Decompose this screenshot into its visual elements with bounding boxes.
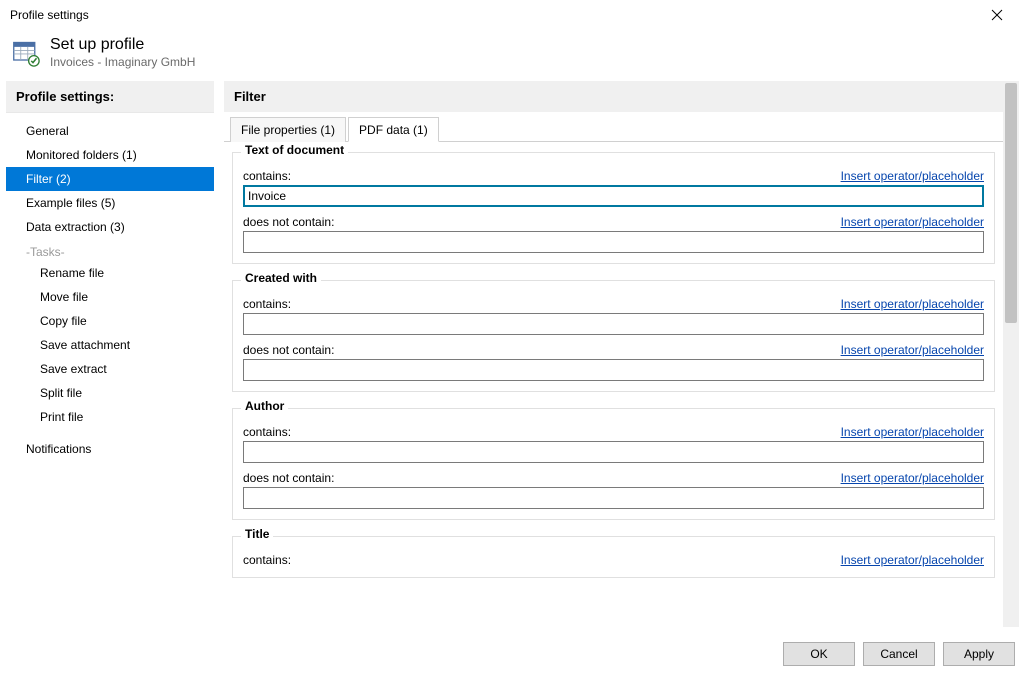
header: Set up profile Invoices - Imaginary GmbH	[0, 30, 1025, 81]
nav-list: General Monitored folders (1) Filter (2)…	[6, 113, 214, 467]
titlebar: Profile settings	[0, 0, 1025, 30]
group-title: Author	[241, 399, 288, 413]
task-move-file[interactable]: Move file	[6, 285, 214, 309]
footer: OK Cancel Apply	[0, 633, 1025, 674]
text-of-document-contains-input[interactable]	[243, 185, 984, 207]
insert-link[interactable]: Insert operator/placeholder	[841, 471, 984, 485]
dialog: Profile settings Set up profile Invoices…	[0, 0, 1025, 674]
group-text-of-document: Text of document contains: Insert operat…	[232, 152, 995, 264]
insert-link[interactable]: Insert operator/placeholder	[841, 297, 984, 311]
close-button[interactable]	[977, 1, 1017, 29]
close-icon	[991, 9, 1003, 21]
main-title: Filter	[224, 81, 1003, 112]
insert-link[interactable]: Insert operator/placeholder	[841, 343, 984, 357]
created-with-not-contains-input[interactable]	[243, 359, 984, 381]
task-save-extract[interactable]: Save extract	[6, 357, 214, 381]
contains-label: contains:	[243, 169, 291, 183]
apply-button[interactable]: Apply	[943, 642, 1015, 666]
not-contains-label: does not contain:	[243, 215, 334, 229]
tab-pdf-data[interactable]: PDF data (1)	[348, 117, 439, 142]
sidebar-item-example-files[interactable]: Example files (5)	[6, 191, 214, 215]
task-split-file[interactable]: Split file	[6, 381, 214, 405]
text-of-document-not-contains-input[interactable]	[243, 231, 984, 253]
contains-label: contains:	[243, 425, 291, 439]
group-title: Title	[241, 527, 273, 541]
header-heading: Set up profile	[50, 36, 195, 54]
window-title: Profile settings	[10, 8, 89, 22]
task-rename-file[interactable]: Rename file	[6, 261, 214, 285]
not-contains-label: does not contain:	[243, 471, 334, 485]
form-area: Text of document contains: Insert operat…	[224, 142, 1003, 627]
contains-label: contains:	[243, 553, 291, 567]
group-title: Text of document	[241, 143, 348, 157]
not-contains-label: does not contain:	[243, 343, 334, 357]
insert-link[interactable]: Insert operator/placeholder	[841, 425, 984, 439]
insert-link[interactable]: Insert operator/placeholder	[841, 169, 984, 183]
ok-button[interactable]: OK	[783, 642, 855, 666]
group-author: Author contains: Insert operator/placeho…	[232, 408, 995, 520]
created-with-contains-input[interactable]	[243, 313, 984, 335]
task-copy-file[interactable]: Copy file	[6, 309, 214, 333]
sidebar: Profile settings: General Monitored fold…	[6, 81, 214, 627]
sidebar-item-filter[interactable]: Filter (2)	[6, 167, 214, 191]
insert-link[interactable]: Insert operator/placeholder	[841, 215, 984, 229]
scrollbar-thumb[interactable]	[1005, 83, 1017, 323]
insert-link[interactable]: Insert operator/placeholder	[841, 553, 984, 567]
group-title-field: Title contains: Insert operator/placehol…	[232, 536, 995, 578]
tasks-list: Rename file Move file Copy file Save att…	[6, 261, 214, 429]
sidebar-item-data-extraction[interactable]: Data extraction (3)	[6, 215, 214, 239]
group-created-with: Created with contains: Insert operator/p…	[232, 280, 995, 392]
main: Filter File properties (1) PDF data (1) …	[224, 81, 1019, 627]
group-title: Created with	[241, 271, 321, 285]
body: Profile settings: General Monitored fold…	[0, 81, 1025, 633]
scrollbar[interactable]	[1003, 81, 1019, 627]
task-print-file[interactable]: Print file	[6, 405, 214, 429]
tasks-separator: -Tasks-	[6, 239, 214, 261]
sidebar-item-general[interactable]: General	[6, 119, 214, 143]
profile-icon	[12, 39, 40, 67]
contains-label: contains:	[243, 297, 291, 311]
sidebar-item-notifications[interactable]: Notifications	[6, 437, 214, 461]
header-subtitle: Invoices - Imaginary GmbH	[50, 55, 195, 69]
author-contains-input[interactable]	[243, 441, 984, 463]
tab-file-properties[interactable]: File properties (1)	[230, 117, 346, 142]
cancel-button[interactable]: Cancel	[863, 642, 935, 666]
header-texts: Set up profile Invoices - Imaginary GmbH	[50, 36, 195, 69]
sidebar-title: Profile settings:	[6, 81, 214, 113]
task-save-attachment[interactable]: Save attachment	[6, 333, 214, 357]
sidebar-item-monitored-folders[interactable]: Monitored folders (1)	[6, 143, 214, 167]
author-not-contains-input[interactable]	[243, 487, 984, 509]
tabs: File properties (1) PDF data (1)	[224, 112, 1003, 142]
